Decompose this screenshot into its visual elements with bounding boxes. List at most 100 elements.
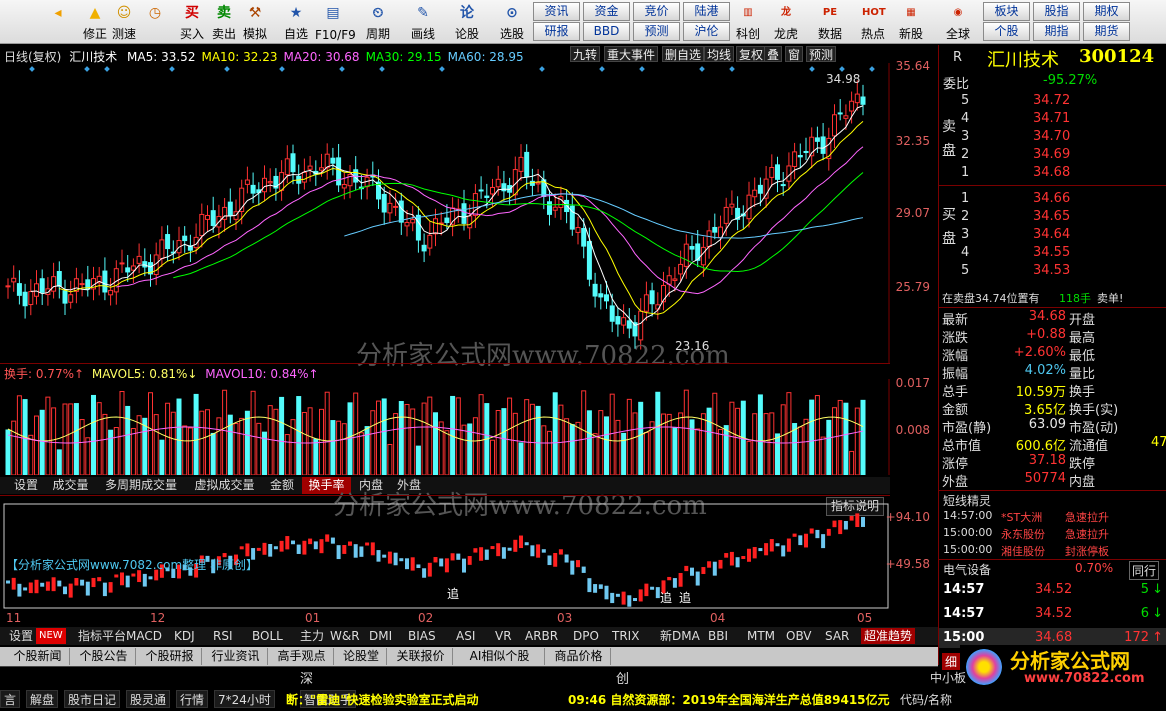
toolbar-button-9[interactable]: ⏲ 周期 xyxy=(360,0,396,44)
news-tab-5[interactable]: 论股堂 xyxy=(336,648,387,665)
indicator-tab-4[interactable]: KDJ xyxy=(171,628,198,644)
toolbar-button-3[interactable]: ◷ xyxy=(137,0,173,44)
indicator-tab-12[interactable]: VR xyxy=(492,628,515,644)
indicator-tab-1[interactable]: NEW xyxy=(36,628,66,644)
event-marker[interactable] xyxy=(439,66,445,72)
sme-board-tab[interactable]: 中小板 xyxy=(930,669,966,686)
toolbar-right-button-3[interactable]: HOT 热点 xyxy=(855,0,891,44)
volume-tab-2[interactable]: 多周期成交量 xyxy=(97,477,185,494)
indicator-tab-5[interactable]: RSI xyxy=(210,628,236,644)
volume-tab-4[interactable]: 金额 xyxy=(264,477,300,494)
news-tab-1[interactable]: 个股公告 xyxy=(72,648,136,665)
news-tab-8[interactable]: 商品价格 xyxy=(547,648,611,665)
toolbar-button-6[interactable]: ⚒ 模拟 xyxy=(237,0,273,44)
kline-chart[interactable] xyxy=(0,63,890,363)
indicator-tab-19[interactable]: OBV xyxy=(783,628,815,644)
toolbar-mini-right-1[interactable]: 股指 xyxy=(1033,2,1080,21)
event-marker[interactable] xyxy=(84,66,90,72)
news-tab-0[interactable]: 个股新闻 xyxy=(6,648,70,665)
news-tab-4[interactable]: 高手观点 xyxy=(270,648,334,665)
toolbar-mini-2[interactable]: 竞价 xyxy=(633,2,680,21)
bid-price[interactable]: 34.53 xyxy=(1033,263,1070,278)
indicator-tab-0[interactable]: 设置 xyxy=(6,628,36,644)
toolbar-button-0[interactable]: ◂ xyxy=(40,0,76,44)
bottom-nav-1[interactable]: 解盘 xyxy=(26,690,59,708)
bid-price[interactable]: 34.55 xyxy=(1033,245,1070,260)
toolbar-mini-7[interactable]: 沪伦 xyxy=(683,22,730,41)
volume-tab-0[interactable]: 设置 xyxy=(8,477,44,494)
alert-stock[interactable]: *ST大洲 xyxy=(1001,509,1042,525)
chart-top-button-3[interactable]: 均线 xyxy=(704,46,735,62)
event-marker[interactable] xyxy=(639,66,645,72)
sector-name[interactable]: 电气设备 xyxy=(943,561,991,578)
indicator-tab-2[interactable]: 指标平台 xyxy=(75,628,129,644)
toolbar-mini-1[interactable]: 资金 xyxy=(583,2,630,21)
indicator-tab-17[interactable]: BBI xyxy=(705,628,731,644)
toolbar-mini-3[interactable]: 陆港 xyxy=(683,2,730,21)
indicator-tab-16[interactable]: 新DMA xyxy=(657,628,703,644)
main-chart-area[interactable]: 日线(复权) 汇川技术 MA5: 33.52 MA10: 32.23 MA20: 3… xyxy=(0,45,938,635)
chart-top-button-2[interactable]: 删自选 xyxy=(662,46,705,62)
chart-top-button-5[interactable]: 叠 xyxy=(764,46,783,62)
event-marker[interactable] xyxy=(539,66,545,72)
bid-price[interactable]: 34.66 xyxy=(1033,191,1070,206)
indicator-tab-6[interactable]: BOLL xyxy=(249,628,286,644)
indicator-tab-7[interactable]: 主力 xyxy=(297,628,327,644)
indicator-tab-14[interactable]: DPO xyxy=(570,628,602,644)
ask-price[interactable]: 34.68 xyxy=(1033,165,1070,180)
toolbar-right-button-1[interactable]: 龙龙虎 xyxy=(768,0,804,44)
chart-top-button-6[interactable]: 窗 xyxy=(785,46,804,62)
bottom-nav-0[interactable]: 言 xyxy=(0,690,21,708)
toolbar-mini-4[interactable]: 研报 xyxy=(533,22,580,41)
alert-stock[interactable]: 湘佳股份 xyxy=(1001,543,1045,559)
toolbar-mini-right-2[interactable]: 期权 xyxy=(1083,2,1130,21)
detail-tab[interactable]: 细 xyxy=(942,653,961,670)
chart-top-button-4[interactable]: 复权 xyxy=(736,46,767,62)
bottom-nav-2[interactable]: 股市日记 xyxy=(64,690,121,708)
event-marker[interactable] xyxy=(169,66,175,72)
toolbar-button-12[interactable]: ⊙ 选股 xyxy=(494,0,530,44)
chart-top-button-7[interactable]: 预测 xyxy=(806,46,837,62)
toolbar-mini-right-5[interactable]: 期货 xyxy=(1083,22,1130,41)
event-marker[interactable] xyxy=(599,66,605,72)
bid-price[interactable]: 34.65 xyxy=(1033,209,1070,224)
bid-price[interactable]: 34.64 xyxy=(1033,227,1070,242)
chart-top-button-0[interactable]: 九转 xyxy=(570,46,601,62)
code-search-input[interactable]: 代码/名称 xyxy=(900,691,952,708)
volume-tab-1[interactable]: 成交量 xyxy=(46,477,95,494)
toolbar-mini-6[interactable]: 预测 xyxy=(633,22,680,41)
chart-top-button-1[interactable]: 重大事件 xyxy=(604,46,659,62)
news-tab-3[interactable]: 行业资讯 xyxy=(204,648,268,665)
indicator-tab-10[interactable]: BIAS xyxy=(405,628,439,644)
toolbar-button-10[interactable]: ✎ 画线 xyxy=(405,0,441,44)
event-marker[interactable] xyxy=(839,66,845,72)
event-marker[interactable] xyxy=(379,66,385,72)
toolbar-right-button-4[interactable]: ▦ 新股 xyxy=(893,0,929,44)
ask-price[interactable]: 34.69 xyxy=(1033,147,1070,162)
news-ticker-2[interactable]: 09:46 自然资源部：2019年全国海洋生产总值89415亿元 xyxy=(568,691,898,708)
volume-chart[interactable] xyxy=(0,379,890,475)
news-ticker-1[interactable]: 断："雷迪"快速检验实验室正式启动 xyxy=(286,691,479,708)
event-marker[interactable] xyxy=(729,66,735,72)
bottom-nav-4[interactable]: 行情 xyxy=(176,690,209,708)
toolbar-button-4[interactable]: 买买入 xyxy=(174,0,210,44)
indicator-tab-3[interactable]: MACD xyxy=(123,628,165,644)
toolbar-right-button-5[interactable]: ◉ 全球 xyxy=(940,0,976,44)
bottom-nav-5[interactable]: 7*24小时 xyxy=(214,690,275,708)
toolbar-right-button-2[interactable]: PE 数据 xyxy=(812,0,848,44)
indicator-tab-15[interactable]: TRIX xyxy=(609,628,642,644)
news-tab-7[interactable]: AI相似个股 xyxy=(455,648,545,665)
event-marker[interactable] xyxy=(699,66,705,72)
toolbar-mini-right-0[interactable]: 板块 xyxy=(983,2,1030,21)
event-marker[interactable] xyxy=(869,66,875,72)
peer-button[interactable]: 同行 xyxy=(1129,561,1160,580)
event-marker[interactable] xyxy=(29,66,35,72)
toolbar-button-11[interactable]: 论论股 xyxy=(449,0,485,44)
toolbar-button-8[interactable]: ▤ F10/F9 xyxy=(315,0,356,44)
ask-price[interactable]: 34.71 xyxy=(1033,111,1070,126)
volume-tab-3[interactable]: 虚拟成交量 xyxy=(187,477,262,494)
indicator-tab-20[interactable]: SAR xyxy=(822,628,852,644)
news-tab-6[interactable]: 关联报价 xyxy=(389,648,453,665)
event-marker[interactable] xyxy=(104,66,110,72)
indicator-tab-11[interactable]: ASI xyxy=(453,628,478,644)
